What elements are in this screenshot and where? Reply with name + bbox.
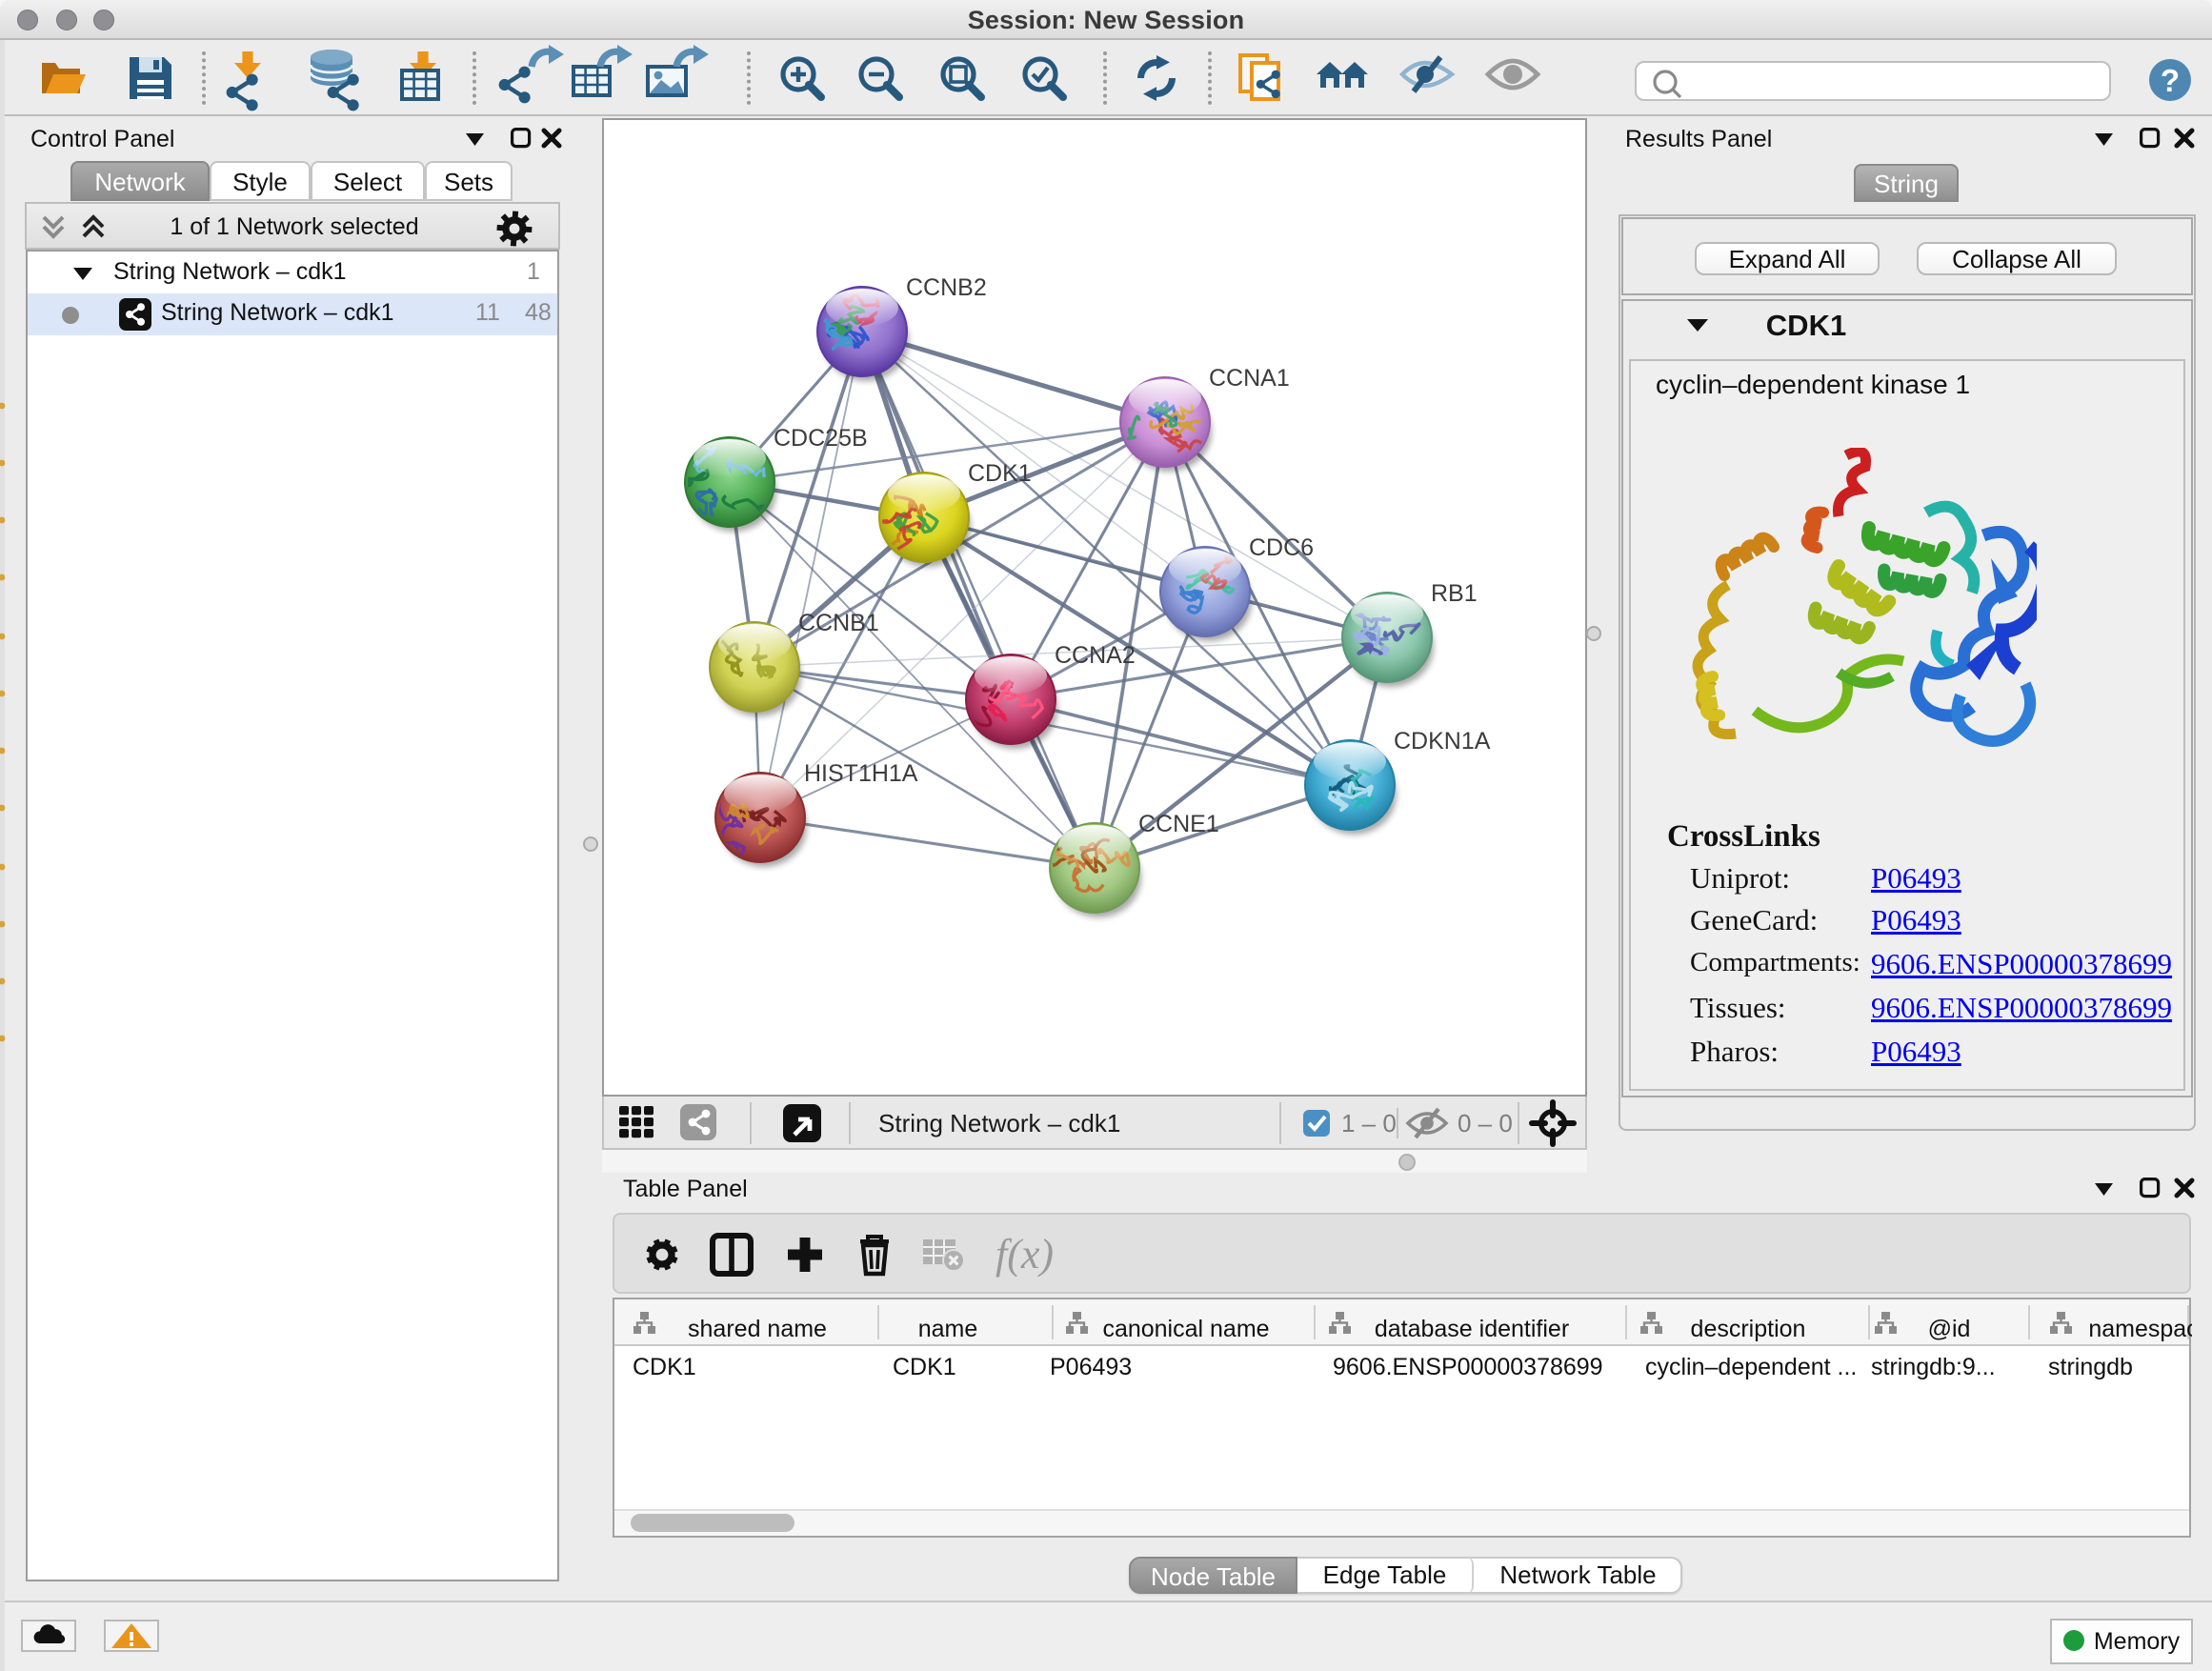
svg-text:CCNA2: CCNA2	[1055, 642, 1136, 669]
svg-text:0 – 0: 0 – 0	[1458, 1109, 1513, 1137]
svg-text:String Network – cdk1: String Network – cdk1	[878, 1109, 1120, 1137]
svg-text:CCNB1: CCNB1	[798, 610, 879, 636]
svg-text:CCNA1: CCNA1	[1209, 365, 1290, 392]
svg-text:canonical name: canonical name	[1102, 1316, 1269, 1342]
svg-text:P06493: P06493	[1050, 1354, 1132, 1380]
svg-text:CDK1: CDK1	[893, 1354, 956, 1380]
svg-text:CDK1: CDK1	[968, 460, 1032, 487]
svg-text:@id: @id	[1928, 1316, 1971, 1342]
svg-text:CCNB2: CCNB2	[906, 274, 987, 301]
svg-text:cyclin–dependent ...: cyclin–dependent ...	[1645, 1354, 1857, 1380]
svg-text:CCNE1: CCNE1	[1138, 811, 1219, 837]
svg-text:stringdb:9...: stringdb:9...	[1871, 1354, 1996, 1380]
svg-text:1 – 0: 1 – 0	[1341, 1109, 1397, 1137]
svg-text:?: ?	[2161, 63, 2180, 98]
svg-text:HIST1H1A: HIST1H1A	[804, 760, 918, 787]
svg-text:shared name: shared name	[688, 1316, 827, 1342]
svg-text:CDK1: CDK1	[633, 1354, 696, 1380]
svg-text:f(x): f(x)	[995, 1231, 1054, 1278]
svg-text:CDKN1A: CDKN1A	[1394, 728, 1491, 755]
svg-text:CDC25B: CDC25B	[774, 425, 868, 452]
svg-text:name: name	[918, 1316, 978, 1342]
svg-text:stringdb: stringdb	[2048, 1354, 2133, 1380]
svg-text:9606.ENSP00000378699: 9606.ENSP00000378699	[1333, 1354, 1603, 1380]
svg-text:CDC6: CDC6	[1249, 534, 1314, 561]
svg-text:namespac: namespac	[2088, 1316, 2192, 1342]
svg-text:database identifier: database identifier	[1375, 1316, 1569, 1342]
svg-text:RB1: RB1	[1431, 580, 1478, 607]
svg-text:description: description	[1691, 1316, 1806, 1342]
